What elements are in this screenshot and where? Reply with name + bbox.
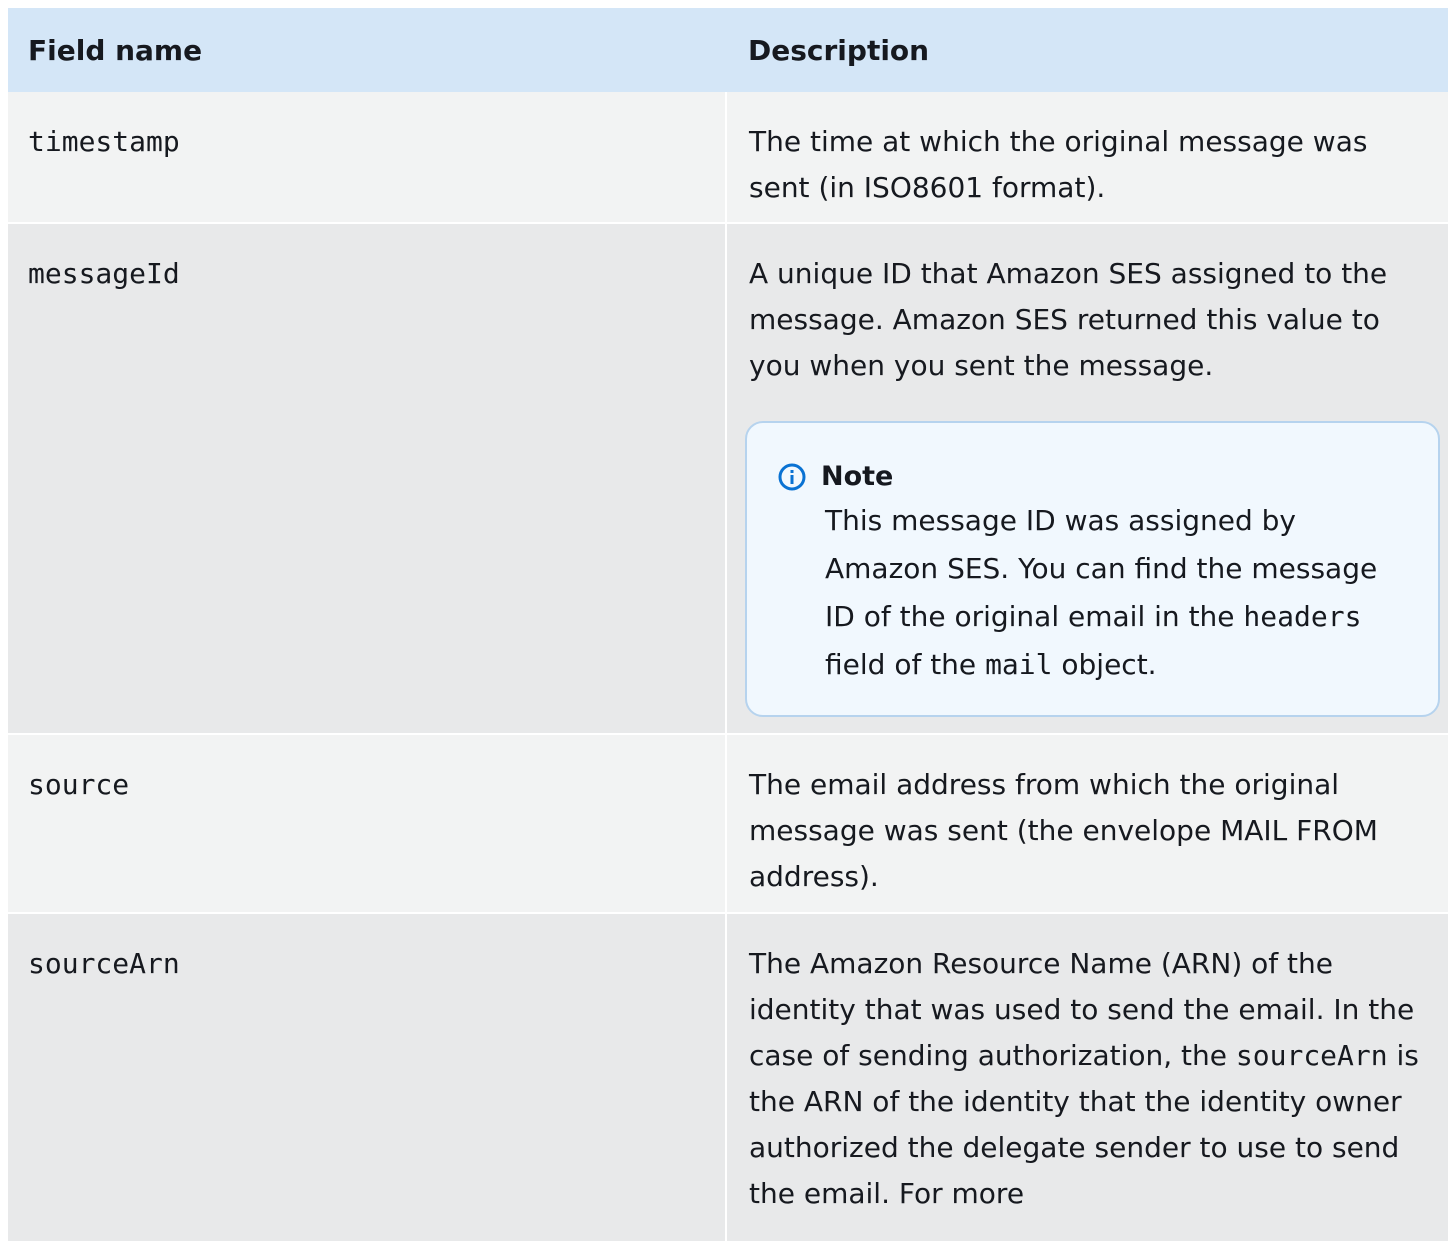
inline-code-sourcearn: sourceArn [1235,1039,1388,1072]
description-cell: The Amazon Resource Name (ARN) of the id… [726,912,1448,1241]
table-header-row: Field name Description [8,8,1448,92]
note-header: Note [777,457,1400,497]
description-cell: The time at which the original message w… [726,92,1448,223]
note-code-mail: mail [985,648,1053,681]
column-header-field-name: Field name [8,8,726,92]
table-row: messageId A unique ID that Amazon SES as… [8,222,1448,734]
column-header-description: Description [726,8,1448,92]
info-icon [777,462,807,492]
description-cell: A unique ID that Amazon SES assigned to … [726,222,1448,734]
note-title: Note [821,461,894,492]
note-text: object. [1052,648,1157,681]
field-name-cell: timestamp [8,92,727,223]
description-text: The email address from which the origina… [749,768,1378,893]
table-row: timestamp The time at which the original… [8,92,1448,223]
description-text: The time at which the original message w… [749,125,1368,204]
table-row: sourceArn The Amazon Resource Name (ARN)… [8,912,1448,1241]
field-name-cell: source [8,733,727,913]
note-code-headers: headers [1243,600,1362,633]
table-row: source The email address from which the … [8,733,1448,913]
description-cell: The email address from which the origina… [726,733,1448,913]
note-callout: Note This message ID was assigned by Ama… [745,421,1440,717]
note-body: This message ID was assigned by Amazon S… [777,497,1400,689]
description-text: A unique ID that Amazon SES assigned to … [749,257,1388,382]
field-name-cell: sourceArn [8,912,727,1241]
field-name-cell: messageId [8,222,727,734]
field-description-table: Field name Description timestamp The tim… [8,8,1448,1241]
note-text: field of the [825,648,986,681]
